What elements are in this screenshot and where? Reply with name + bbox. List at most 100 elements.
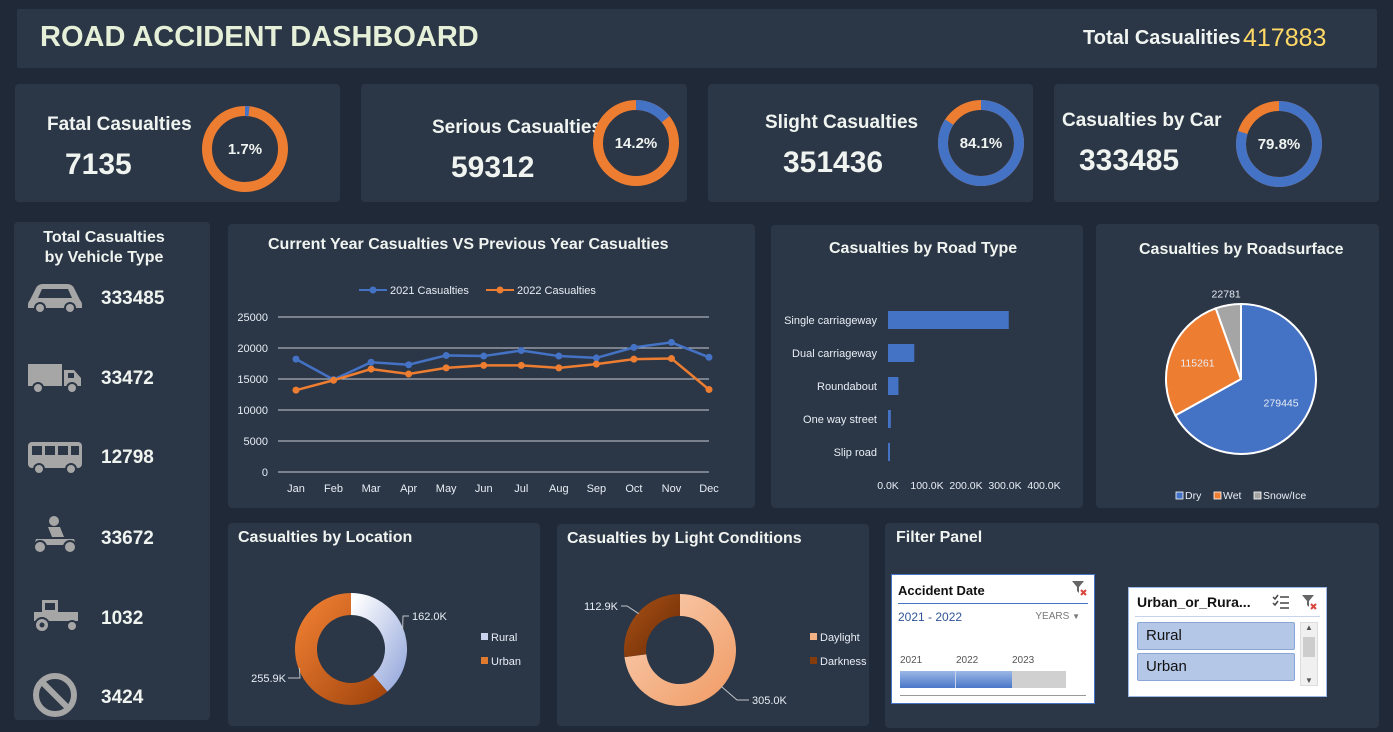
timeline-track[interactable] — [900, 671, 1066, 688]
kpi-value: 333485 — [1079, 144, 1180, 177]
legend-swatch — [1175, 491, 1184, 500]
x-tick-label: Dec — [699, 483, 719, 495]
x-tick-label: Mar — [362, 483, 381, 495]
data-point — [292, 386, 300, 394]
kpi-value: 59312 — [451, 151, 535, 184]
donut-segment — [350, 593, 407, 692]
legend-swatch — [810, 633, 817, 640]
date-slicer[interactable]: Accident Date 2021 - 2022 YEARS ▼ 2021 2… — [891, 574, 1095, 704]
kpi-card-car: Casualties by Car 333485 79.8% — [1054, 84, 1379, 202]
bus-icon — [28, 442, 82, 475]
bar-category-label: Roundabout — [817, 381, 877, 393]
x-tick-label: Oct — [625, 483, 642, 495]
y-tick-label: 25000 — [237, 312, 268, 324]
chevron-down-icon[interactable]: ▼ — [1301, 676, 1317, 685]
data-point — [292, 355, 300, 363]
kpi-card-fatal: Fatal Casualties 7135 1.7% — [15, 84, 340, 202]
bar — [888, 377, 899, 395]
location-donut-chart: 162.0K 255.9K Rural Urban — [251, 593, 521, 705]
data-point — [592, 354, 600, 362]
y-tick-label: 15000 — [237, 374, 268, 386]
data-point — [367, 358, 375, 366]
time-unit-dropdown[interactable]: YEARS ▼ — [1035, 611, 1080, 622]
kpi-label: Serious Casualties — [432, 117, 603, 138]
x-tick-label: Nov — [662, 483, 682, 495]
donut-data-label: 112.9K — [584, 601, 619, 613]
chevron-up-icon[interactable]: ▲ — [1301, 623, 1317, 632]
vehicle-value-tractor: 1032 — [101, 608, 144, 629]
donut-data-label: 305.0K — [752, 695, 788, 707]
vehicle-value-bus: 12798 — [101, 447, 154, 468]
bar-category-label: Single carriageway — [784, 315, 877, 327]
data-point — [405, 370, 413, 378]
kpi-label: Slight Casualties — [765, 112, 919, 133]
scroll-thumb[interactable] — [1303, 637, 1315, 657]
slicer-item-urban[interactable]: Urban — [1137, 653, 1295, 681]
legend-marker — [496, 286, 504, 294]
y-tick-label: 0 — [262, 467, 268, 479]
legend-label: Wet — [1223, 490, 1242, 502]
timeline-scrollbar[interactable] — [900, 695, 1086, 702]
kpi-value: 351436 — [783, 146, 884, 179]
kpi-label: Casualties by Car — [1062, 110, 1222, 131]
location-slicer[interactable]: Urban_or_Rura... Rural Urban ▲ ▼ — [1128, 587, 1327, 697]
total-casualties-value: 417883 — [1243, 24, 1327, 52]
data-point — [630, 343, 638, 351]
y-tick-label: 20000 — [237, 343, 268, 355]
data-point — [592, 360, 600, 368]
slicer-scrollbar[interactable]: ▲ ▼ — [1300, 622, 1318, 686]
clear-filter-icon[interactable] — [1300, 593, 1318, 611]
no-entry-icon — [33, 673, 77, 717]
legend-swatch — [481, 633, 488, 640]
x-tick-label: Sep — [587, 483, 607, 495]
line-chart: 0 5000 10000 15000 20000 25000 Jan Feb Mar Apr May… — [237, 285, 719, 495]
donut-data-label: 255.9K — [251, 673, 287, 685]
year-label-2023: 2023 — [1012, 655, 1035, 666]
legend-swatch — [1213, 491, 1222, 500]
kpi-pct: 79.8% — [1258, 136, 1301, 153]
y-tick-label: 10000 — [237, 405, 268, 417]
pie-data-label: 115261 — [1180, 358, 1214, 370]
year-label-2022: 2022 — [956, 655, 979, 666]
road-type-panel: Casualties by Road Type Single carriagew… — [771, 225, 1083, 508]
data-point — [667, 355, 675, 363]
legend-label: Urban — [491, 656, 521, 668]
vehicle-title-line2: by Vehicle Type — [44, 249, 164, 266]
kpi-card-serious: Serious Casualties 59312 14.2% — [361, 84, 687, 202]
slicer-item-rural[interactable]: Rural — [1137, 622, 1295, 650]
clear-filter-icon[interactable] — [1070, 579, 1088, 597]
bar-category-label: Slip road — [834, 447, 877, 459]
x-tick-label: Jun — [475, 483, 493, 495]
year-label-2021: 2021 — [900, 655, 923, 666]
light-panel: Casualties by Light Conditions 305.0K 112… — [557, 524, 869, 726]
data-point — [517, 361, 525, 369]
slicer-item-label: Urban — [1146, 658, 1187, 675]
x-tick-label: Feb — [324, 483, 343, 495]
bar-category-label: Dual carriageway — [792, 348, 877, 360]
tractor-icon — [34, 600, 78, 633]
multi-select-icon[interactable] — [1272, 594, 1290, 610]
data-point — [705, 353, 713, 361]
x-tick-label: 400.0K — [1027, 480, 1060, 492]
x-tick-label: 300.0K — [988, 480, 1021, 492]
pie-data-label: 279445 — [1264, 398, 1299, 410]
data-point — [667, 338, 675, 346]
x-tick-label: 200.0K — [949, 480, 982, 492]
legend-swatch — [810, 657, 817, 664]
filter-title: Filter Panel — [896, 529, 983, 546]
data-point — [705, 386, 713, 394]
date-slicer-title: Accident Date — [898, 583, 985, 598]
dashboard-title: ROAD ACCIDENT DASHBOARD — [40, 21, 479, 53]
leader-line — [402, 615, 409, 631]
legend-label: 2022 Casualties — [517, 285, 596, 297]
data-point — [442, 351, 450, 359]
bar-category-label: One way street — [803, 414, 877, 426]
x-tick-label: Jul — [514, 483, 528, 495]
timeline-selection[interactable] — [900, 671, 1012, 688]
x-tick-label: May — [436, 483, 457, 495]
road-type-bar-chart: Single carriageway Dual carriageway Rounda… — [784, 311, 1061, 492]
date-range-label: 2021 - 2022 — [898, 610, 963, 624]
leader-line — [720, 685, 749, 701]
leader-line — [288, 667, 301, 679]
kpi-value: 7135 — [65, 148, 132, 181]
